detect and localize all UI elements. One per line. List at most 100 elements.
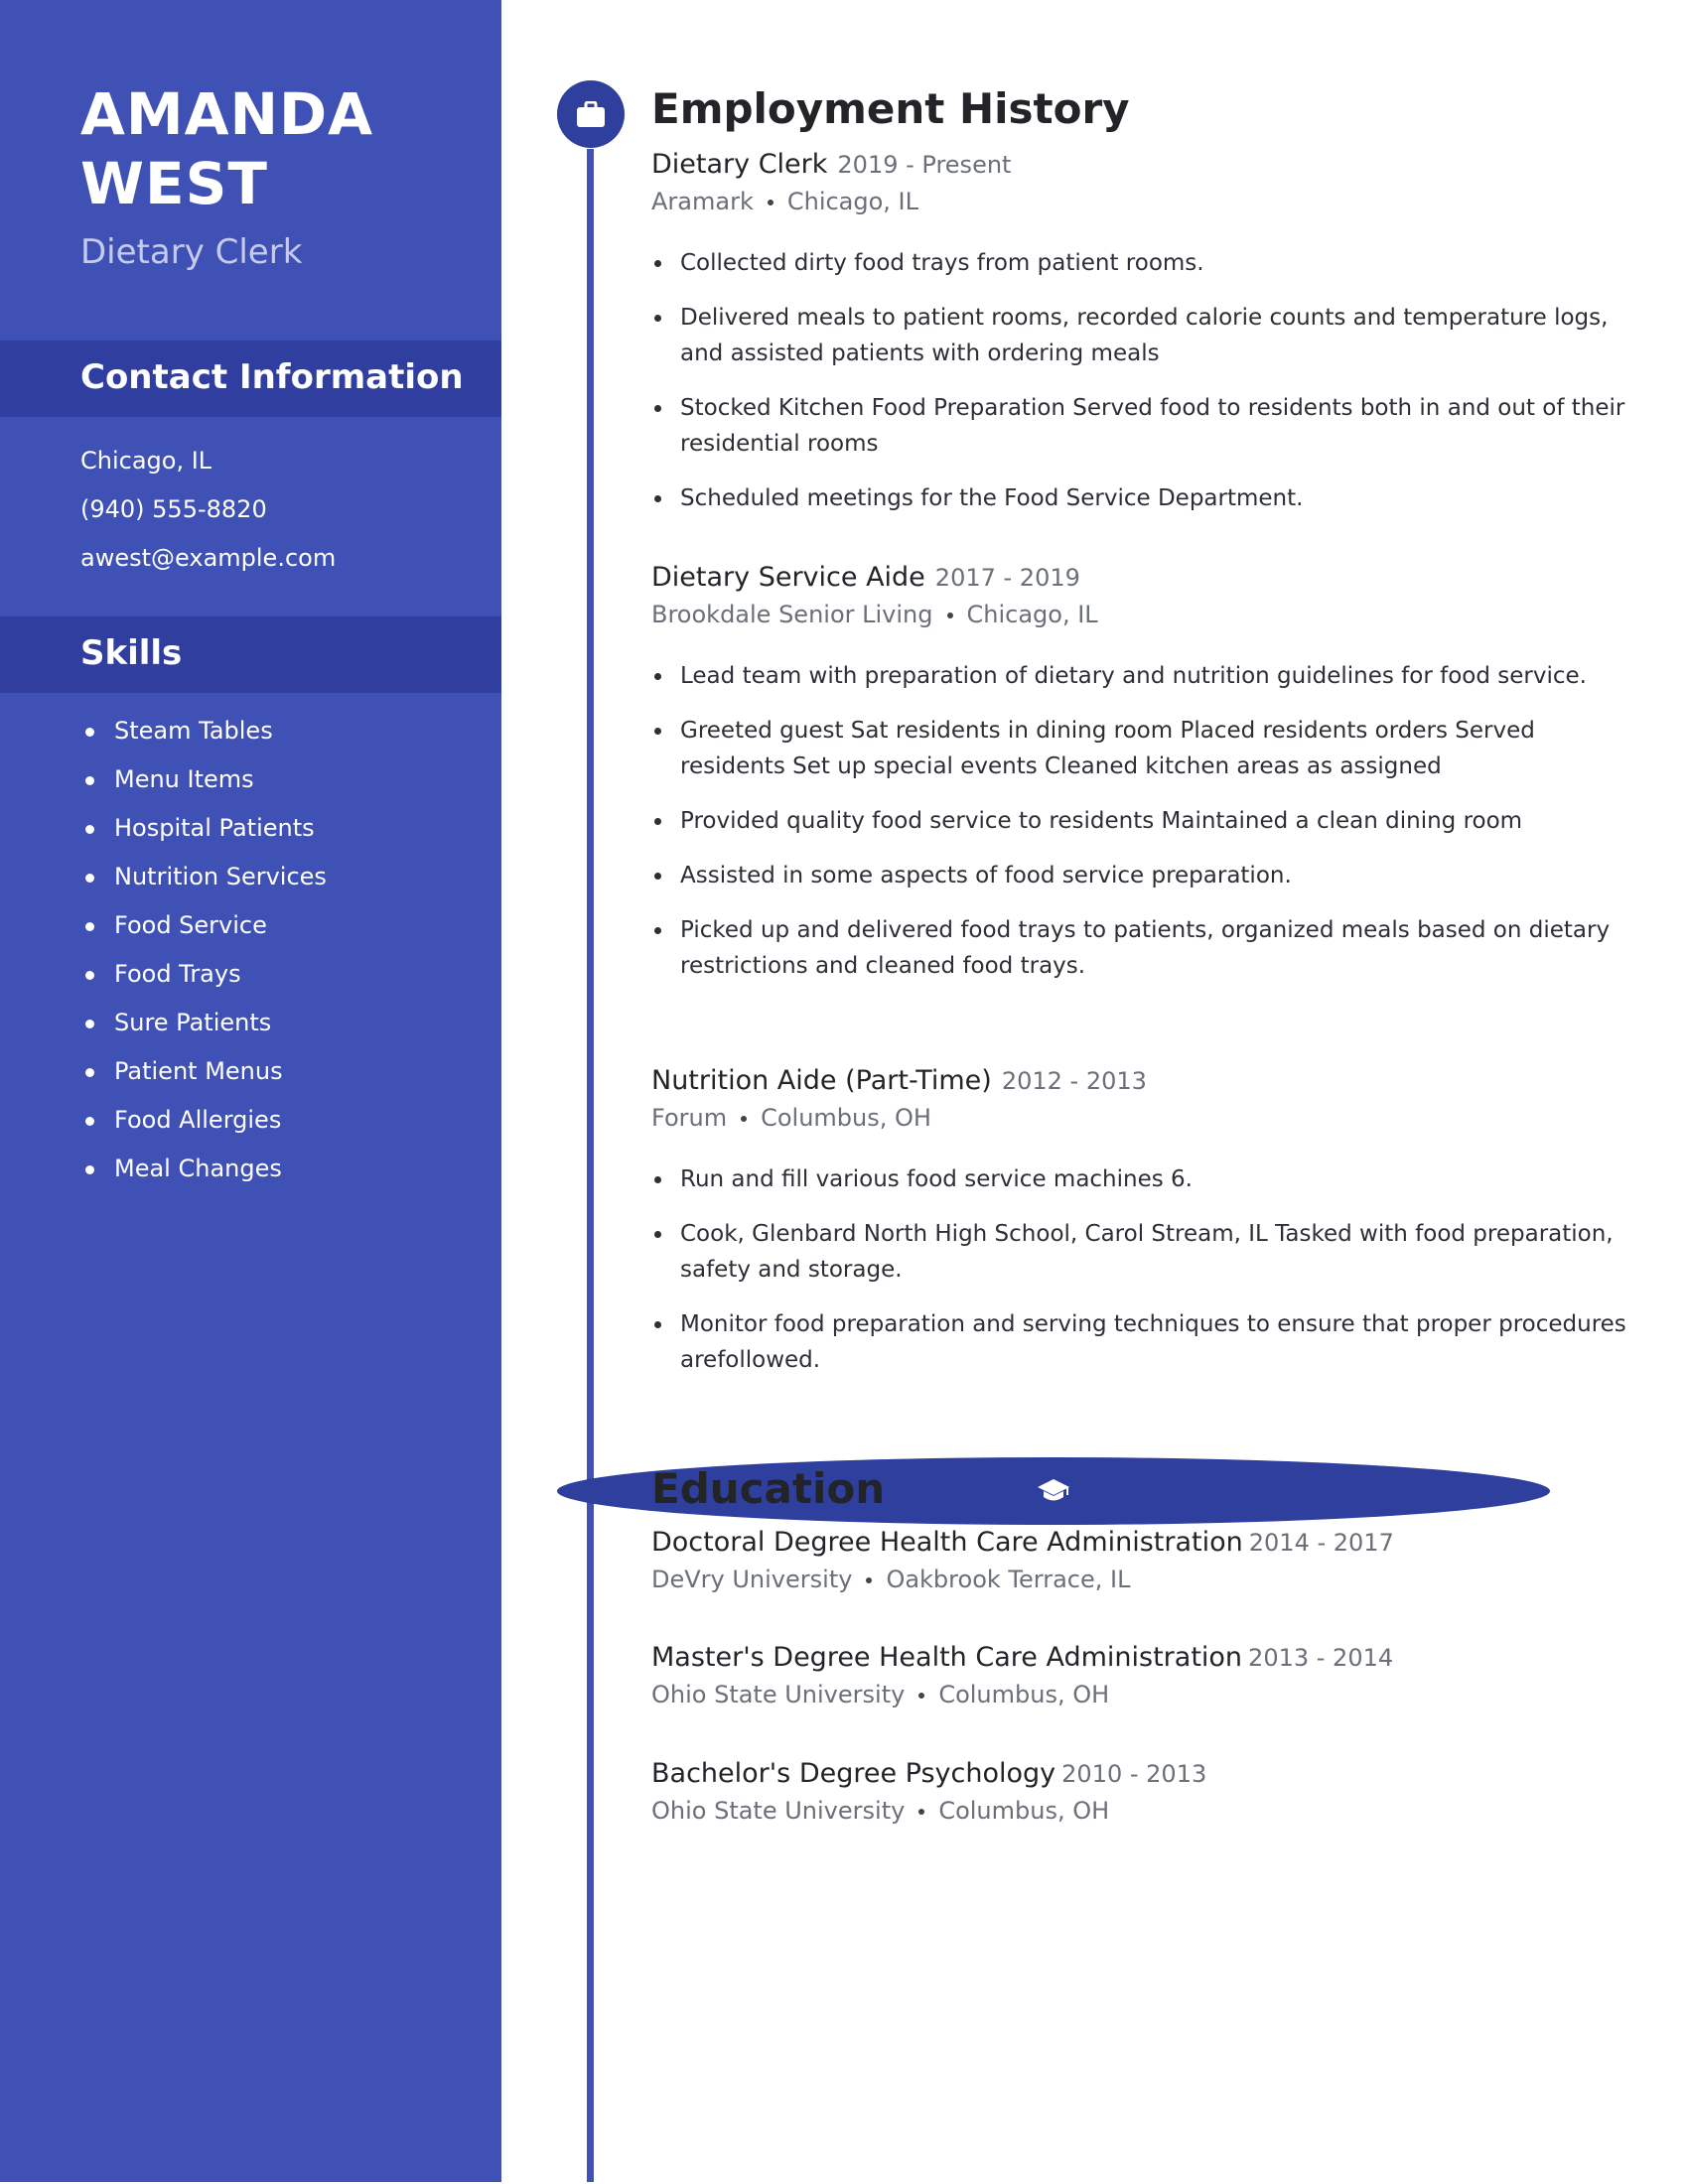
separator-dot-icon [866, 1577, 873, 1583]
bullet-icon [654, 315, 661, 322]
bullet-icon [85, 1020, 94, 1028]
degree: Doctoral Degree Health Care Administrati… [651, 1527, 1243, 1558]
school-location: Columbus, OH [938, 1681, 1110, 1708]
school-location: Oakbrook Terrace, IL [886, 1566, 1131, 1593]
degree: Master's Degree Health Care Administrati… [651, 1642, 1243, 1673]
skill-label: Food Service [114, 911, 267, 939]
bullet-icon [85, 1117, 94, 1126]
job-entry: Dietary Clerk 2019 - Present Aramark Chica… [651, 149, 1644, 535]
job-location: Chicago, IL [966, 601, 1098, 628]
skill-item: Food Trays [80, 950, 327, 999]
job-meta: Forum Columbus, OH [651, 1104, 1644, 1132]
education-entry: Doctoral Degree Health Care Administrati… [651, 1527, 1644, 1593]
contact-email: awest@example.com [80, 544, 337, 572]
employer: Brookdale Senior Living [651, 601, 933, 628]
skill-label: Steam Tables [114, 717, 273, 745]
education-entry: Master's Degree Health Care Administrati… [651, 1642, 1644, 1708]
job-entry: Nutrition Aide (Part-Time) 2012 - 2013 Fo… [651, 1065, 1644, 1397]
candidate-name: AMANDA WEST [80, 79, 373, 218]
school: Ohio State University [651, 1681, 906, 1708]
separator-dot-icon [741, 1116, 748, 1122]
bullet-text: Monitor food preparation and serving tec… [680, 1311, 1626, 1373]
job-location: Columbus, OH [761, 1104, 931, 1132]
skill-label: Food Trays [114, 960, 241, 988]
bullet-text: Provided quality food service to residen… [680, 808, 1523, 834]
bullet-icon [85, 971, 94, 980]
bullet-icon [85, 922, 94, 931]
bullet-icon [85, 1165, 94, 1174]
job-bullet: Cook, Glenbard North High School, Carol … [651, 1216, 1629, 1288]
bullet-icon [85, 728, 94, 737]
job-header: Dietary Clerk 2019 - Present [651, 149, 1644, 180]
first-name: AMANDA [80, 80, 374, 148]
job-entry: Dietary Service Aide 2017 - 2019 Brookdal… [651, 562, 1644, 1003]
education-meta: Ohio State University Columbus, OH [651, 1797, 1644, 1825]
skill-label: Patient Menus [114, 1057, 283, 1085]
job-header: Dietary Service Aide 2017 - 2019 [651, 562, 1644, 593]
job-bullet: Run and fill various food service machin… [651, 1161, 1629, 1197]
bullet-text: Scheduled meetings for the Food Service … [680, 485, 1304, 511]
skill-item: Food Allergies [80, 1096, 327, 1145]
job-location: Chicago, IL [786, 188, 919, 215]
job-bullet: Stocked Kitchen Food Preparation Served … [651, 390, 1629, 462]
skill-label: Hospital Patients [114, 814, 315, 842]
skill-label: Menu Items [114, 765, 254, 793]
education-entry: Bachelor's Degree Psychology 2010 - 2013 … [651, 1758, 1644, 1825]
education-dates: 2013 - 2014 [1248, 1644, 1394, 1672]
bullet-text: Lead team with preparation of dietary an… [680, 663, 1587, 689]
education-header: Master's Degree Health Care Administrati… [651, 1642, 1644, 1673]
job-meta: Aramark Chicago, IL [651, 188, 1644, 215]
skill-item: Sure Patients [80, 999, 327, 1047]
bullet-icon [654, 728, 661, 735]
bullet-text: Collected dirty food trays from patient … [680, 250, 1204, 276]
skills-heading: Skills [80, 633, 183, 673]
skill-item: Food Service [80, 901, 327, 950]
bullet-text: Picked up and delivered food trays to pa… [680, 917, 1611, 979]
skill-item: Patient Menus [80, 1047, 327, 1096]
school: DeVry University [651, 1566, 853, 1593]
job-header: Nutrition Aide (Part-Time) 2012 - 2013 [651, 1065, 1644, 1096]
employment-heading: Employment History [651, 84, 1130, 133]
separator-dot-icon [946, 613, 953, 618]
bullet-icon [85, 1068, 94, 1077]
bullet-icon [654, 1231, 661, 1238]
job-bullets: Collected dirty food trays from patient … [651, 245, 1644, 516]
skills-heading-band: Skills [0, 616, 501, 693]
graduation-cap-icon [1038, 1479, 1069, 1501]
job-bullet: Provided quality food service to residen… [651, 803, 1629, 839]
contact-heading: Contact Information [80, 357, 464, 397]
skills-list: Steam Tables Menu Items Hospital Patient… [80, 707, 327, 1193]
bullet-icon [654, 927, 661, 934]
education-header: Bachelor's Degree Psychology 2010 - 2013 [651, 1758, 1644, 1789]
job-title: Dietary Clerk [651, 149, 828, 180]
skill-item: Menu Items [80, 755, 327, 804]
job-title: Dietary Service Aide [651, 562, 925, 593]
job-dates: 2019 - Present [837, 151, 1012, 179]
skill-item: Hospital Patients [80, 804, 327, 853]
last-name: WEST [80, 150, 268, 217]
job-bullet: Monitor food preparation and serving tec… [651, 1306, 1629, 1378]
education-heading: Education [651, 1464, 886, 1513]
briefcase-icon [577, 101, 605, 127]
bullet-icon [654, 673, 661, 680]
skill-item: Meal Changes [80, 1145, 327, 1193]
skill-item: Steam Tables [80, 707, 327, 755]
education-meta: DeVry University Oakbrook Terrace, IL [651, 1566, 1644, 1593]
separator-dot-icon [767, 200, 774, 205]
bullet-icon [654, 1321, 661, 1328]
bullet-text: Stocked Kitchen Food Preparation Served … [680, 395, 1625, 457]
education-dates: 2014 - 2017 [1248, 1529, 1394, 1557]
job-dates: 2012 - 2013 [1001, 1067, 1147, 1095]
bullet-text: Run and fill various food service machin… [680, 1166, 1193, 1192]
job-bullet: Lead team with preparation of dietary an… [651, 658, 1629, 694]
separator-dot-icon [918, 1693, 925, 1699]
bullet-icon [654, 818, 661, 825]
contact-phone: (940) 555-8820 [80, 495, 267, 523]
skill-label: Sure Patients [114, 1009, 272, 1036]
bullet-text: Delivered meals to patient rooms, record… [680, 305, 1609, 366]
job-dates: 2017 - 2019 [934, 564, 1080, 592]
bullet-icon [654, 1176, 661, 1183]
employment-section-marker [557, 80, 625, 148]
timeline-line [587, 149, 594, 2182]
job-bullet: Picked up and delivered food trays to pa… [651, 912, 1629, 984]
